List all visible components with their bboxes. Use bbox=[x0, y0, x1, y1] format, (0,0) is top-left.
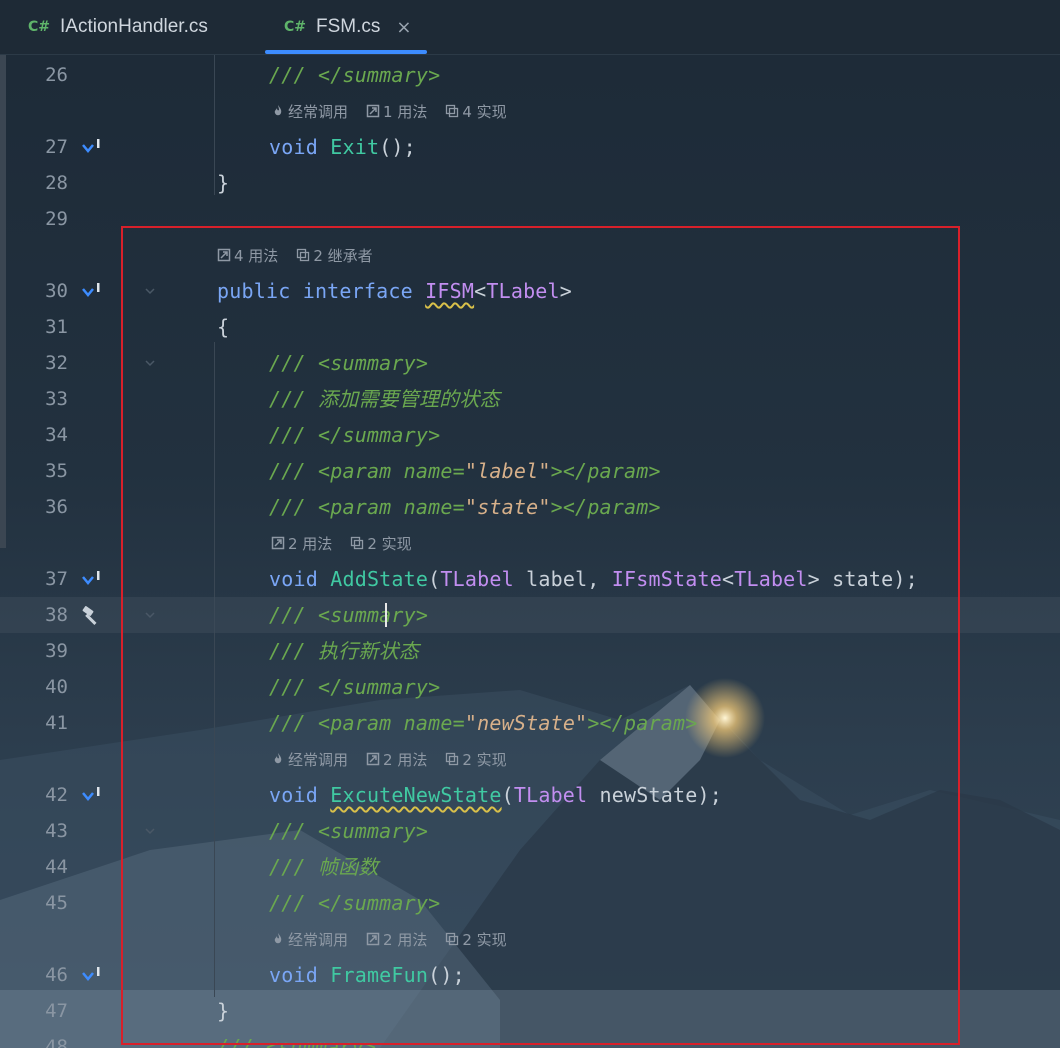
csharp-file-icon: C# bbox=[284, 19, 307, 35]
line-number: 30 bbox=[45, 280, 68, 302]
tab-iactionhandler[interactable]: C# IActionHandler.cs bbox=[28, 0, 208, 54]
line-number: 27 bbox=[45, 136, 68, 158]
implemented-method-icon[interactable] bbox=[80, 965, 102, 987]
line-number: 38 bbox=[45, 604, 68, 626]
code-text: } bbox=[217, 171, 230, 195]
line-number: 40 bbox=[45, 676, 68, 698]
line-number: 35 bbox=[45, 460, 68, 482]
code-line[interactable]: 27 void Exit(); bbox=[0, 129, 1060, 165]
hammer-icon[interactable] bbox=[80, 605, 102, 627]
hint-frequent[interactable]: 经常调用 bbox=[288, 101, 348, 122]
line-number: 48 bbox=[45, 1036, 68, 1048]
tab-label: FSM.cs bbox=[316, 16, 381, 37]
flame-icon bbox=[274, 105, 282, 116]
line-number: 29 bbox=[45, 208, 68, 230]
code-text: /// </summary> bbox=[269, 63, 441, 87]
line-number: 41 bbox=[45, 712, 68, 734]
line-number: 45 bbox=[45, 892, 68, 914]
line-number: 26 bbox=[45, 64, 68, 86]
code-line[interactable]: 28 } bbox=[0, 165, 1060, 201]
line-number: 31 bbox=[45, 316, 68, 338]
line-number: 39 bbox=[45, 640, 68, 662]
line-number: 36 bbox=[45, 496, 68, 518]
line-number: 44 bbox=[45, 856, 68, 878]
implemented-method-icon[interactable] bbox=[80, 785, 102, 807]
implemented-method-icon[interactable] bbox=[80, 569, 102, 591]
selection-highlight-box bbox=[121, 226, 960, 1045]
csharp-file-icon: C# bbox=[28, 19, 51, 35]
code-text: void Exit(); bbox=[269, 135, 416, 159]
active-tab-indicator bbox=[265, 50, 427, 54]
close-icon[interactable]: × bbox=[396, 17, 411, 38]
tab-fsm[interactable]: C# FSM.cs × bbox=[284, 0, 412, 54]
usage-icon bbox=[366, 104, 380, 118]
code-vision-hints[interactable]: 经常调用 1 用法 4 实现 bbox=[271, 93, 507, 129]
line-number: 46 bbox=[45, 964, 68, 986]
line-number: 37 bbox=[45, 568, 68, 590]
line-number: 34 bbox=[45, 424, 68, 446]
line-number: 33 bbox=[45, 388, 68, 410]
tab-label: IActionHandler.cs bbox=[60, 16, 208, 37]
line-number: 43 bbox=[45, 820, 68, 842]
implemented-method-icon[interactable] bbox=[80, 137, 102, 159]
code-line[interactable]: 26 /// </summary> bbox=[0, 57, 1060, 93]
hint-usages[interactable]: 1 用法 bbox=[383, 101, 427, 122]
line-number: 47 bbox=[45, 1000, 68, 1022]
hint-implementations[interactable]: 4 实现 bbox=[462, 101, 506, 122]
editor-tab-bar: C# IActionHandler.cs C# FSM.cs × bbox=[0, 0, 1060, 55]
line-number: 42 bbox=[45, 784, 68, 806]
implemented-interface-icon[interactable] bbox=[80, 281, 102, 303]
implementations-icon bbox=[446, 104, 459, 118]
line-number: 28 bbox=[45, 172, 68, 194]
line-number: 32 bbox=[45, 352, 68, 374]
